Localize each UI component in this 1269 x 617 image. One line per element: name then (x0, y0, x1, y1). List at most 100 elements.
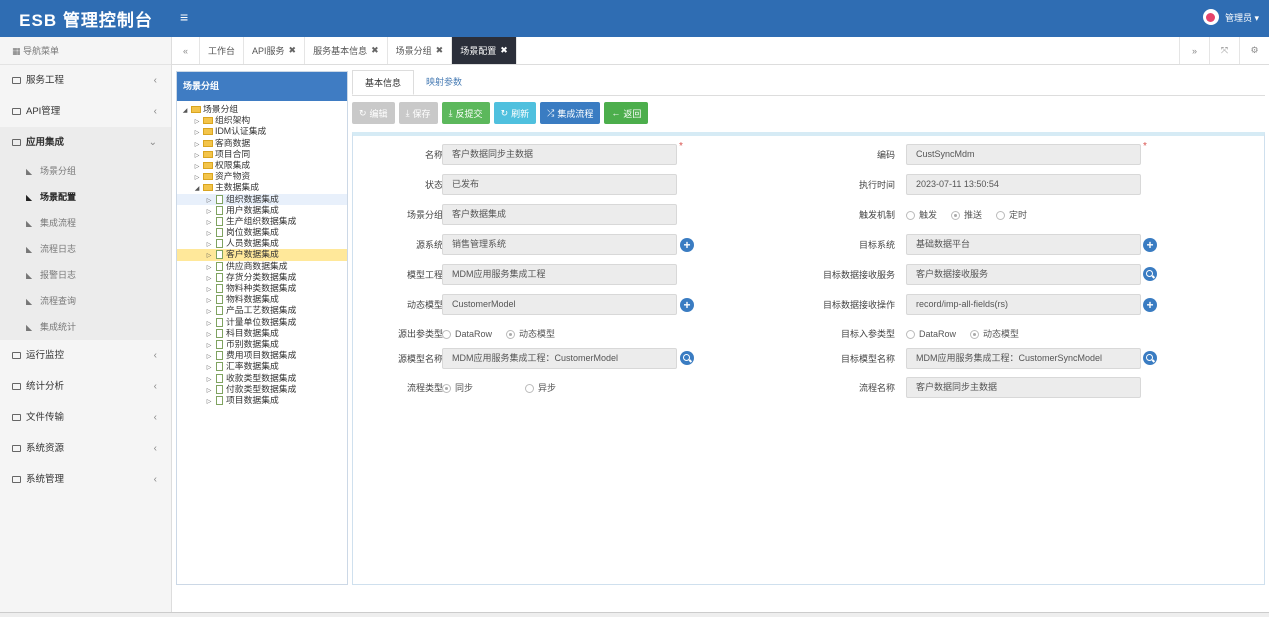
edit-button[interactable]: ↻ 编辑 (352, 102, 395, 124)
datarow-radio[interactable]: DataRow (442, 323, 492, 345)
tab-next-icon[interactable]: » (1179, 37, 1209, 64)
close-icon[interactable]: ✖ (289, 45, 297, 56)
tree-node[interactable]: ▷ 组织架构 (177, 115, 347, 126)
settings-icon[interactable]: ⚙ (1239, 37, 1269, 64)
push-radio[interactable]: 推送 (951, 204, 982, 226)
tree-node-master[interactable]: ◢ 主数据集成 (177, 182, 347, 193)
close-icon[interactable]: ✖ (436, 45, 444, 56)
sidebar-item-alarm-log[interactable]: ◣ 报警日志 (0, 262, 171, 288)
tree-leaf[interactable]: ▷ 付款类型数据集成 (177, 384, 347, 395)
dynamic-model-field[interactable]: CustomerModel (442, 294, 677, 315)
target-receive-op-field[interactable]: record/imp-all-fields(rs) (906, 294, 1141, 315)
add-icon[interactable]: + (1143, 298, 1157, 312)
tree-leaf[interactable]: ▷ 科目数据集成 (177, 328, 347, 339)
search-icon[interactable] (1143, 351, 1157, 365)
tree-leaf[interactable]: ▷ 计量单位数据集成 (177, 317, 347, 328)
tab-api-service[interactable]: API服务 ✖ (244, 37, 306, 64)
sync-radio[interactable]: 同步 (442, 377, 473, 399)
add-icon[interactable]: + (1143, 238, 1157, 252)
model-project-field[interactable]: MDM应用服务集成工程 (442, 264, 677, 285)
flow-name-field[interactable]: 客户数据同步主数据 (906, 377, 1141, 398)
dynamic-model-radio[interactable]: 动态模型 (970, 323, 1019, 345)
tree-node[interactable]: ▷ 权限集成 (177, 160, 347, 171)
add-icon[interactable]: + (680, 238, 694, 252)
search-icon[interactable] (680, 351, 694, 365)
source-system-field[interactable]: 销售管理系统 (442, 234, 677, 255)
tree-node-root[interactable]: ◢ 场景分组 (177, 104, 347, 115)
tree-leaf[interactable]: ▷ 用户数据集成 (177, 205, 347, 216)
sidebar-group-api[interactable]: API管理 ‹ (0, 96, 171, 127)
status-field[interactable]: 已发布 (442, 174, 677, 195)
tab-service-info[interactable]: 服务基本信息 ✖ (305, 37, 388, 64)
sidebar-group-analysis[interactable]: 统计分析 ‹ (0, 371, 171, 402)
code-field[interactable]: CustSyncMdm (906, 144, 1141, 165)
avatar (1202, 9, 1219, 25)
tree-leaf[interactable]: ▷ 存货分类数据集成 (177, 272, 347, 283)
timed-radio[interactable]: 定时 (996, 204, 1027, 226)
sidebar-item-scene-config[interactable]: ◣ 场景配置 (0, 184, 171, 210)
tree-leaf[interactable]: ▷ 币别数据集成 (177, 339, 347, 350)
datarow-radio[interactable]: DataRow (906, 323, 956, 345)
save-button[interactable]: ⤓ 保存 (398, 102, 438, 124)
tab-mapping-params[interactable]: 映射参数 (414, 70, 474, 95)
tree-node[interactable]: ▷ 资产物资 (177, 171, 347, 182)
tree-leaf[interactable]: ▷ 费用项目数据集成 (177, 350, 347, 361)
name-field[interactable]: 客户数据同步主数据 (442, 144, 677, 165)
tree-node[interactable]: ▷ IDM认证集成 (177, 126, 347, 137)
tab-scene-group[interactable]: 场景分组 ✖ (388, 37, 453, 64)
sidebar-item-flow[interactable]: ◣ 集成流程 (0, 210, 171, 236)
tree-leaf[interactable]: ▷ 收款类型数据集成 (177, 373, 347, 384)
close-icon[interactable]: ✖ (371, 45, 379, 56)
sidebar-item-flow-query[interactable]: ◣ 流程查询 (0, 288, 171, 314)
tab-prev-icon[interactable]: « (172, 37, 200, 64)
tree-node[interactable]: ▷ 项目合同 (177, 149, 347, 160)
sidebar-group-monitor[interactable]: 运行监控 ‹ (0, 340, 171, 371)
target-model-name-field[interactable]: MDM应用服务集成工程：CustomerSyncModel (906, 348, 1141, 369)
refresh-icon: ↻ (500, 107, 509, 118)
tree-leaf[interactable]: ▷ 物料数据集成 (177, 294, 347, 305)
target-model-name-label: 目标模型名称 (840, 354, 895, 364)
tab-workbench[interactable]: 工作台 (200, 37, 245, 64)
trigger-radio[interactable]: 触发 (906, 204, 937, 226)
sidebar-group-resource[interactable]: 系统资源 ‹ (0, 433, 171, 464)
tree-leaf[interactable]: ▷ 供应商数据集成 (177, 261, 347, 272)
exec-time-field[interactable]: 2023-07-11 13:50:54 (906, 174, 1141, 195)
integration-flow-button[interactable]: ⤮ 集成流程 (540, 102, 601, 124)
tab-basic-info[interactable]: 基本信息 (352, 70, 415, 95)
tree-leaf[interactable]: ▷ 人员数据集成 (177, 238, 347, 249)
sidebar-item-stats[interactable]: ◣ 集成统计 (0, 314, 171, 340)
tab-scene-config[interactable]: 场景配置 ✖ (452, 37, 517, 64)
async-radio[interactable]: 异步 (525, 377, 556, 399)
sidebar-item-flow-log[interactable]: ◣ 流程日志 (0, 236, 171, 262)
tree-node[interactable]: ▷ 客商数据 (177, 138, 347, 149)
target-receive-service-field[interactable]: 客户数据接收服务 (906, 264, 1141, 285)
menu-toggle-icon[interactable]: ≡ (180, 9, 188, 25)
flow-type-radio-group: 同步 异步 (442, 377, 570, 399)
tree-leaf[interactable]: ▷ 物料种类数据集成 (177, 283, 347, 294)
tree-leaf[interactable]: ▷ 组织数据集成 (177, 193, 347, 205)
back-button[interactable]: ← 返回 (604, 102, 649, 124)
tree-leaf[interactable]: ▷ 汇率数据集成 (177, 361, 347, 372)
shuffle-icon: ⤮ (547, 107, 555, 118)
scene-group-field[interactable]: 客户数据集成 (442, 204, 677, 225)
sidebar-item-scene-group[interactable]: ◣ 场景分组 (0, 158, 171, 184)
user-menu[interactable]: 管理员 ▾ (1202, 9, 1259, 25)
tree-leaf[interactable]: ▷ 产品工艺数据集成 (177, 305, 347, 316)
search-icon[interactable] (1143, 267, 1157, 281)
target-system-field[interactable]: 基础数据平台 (906, 234, 1141, 255)
sidebar-group-service[interactable]: 服务工程 ‹ (0, 65, 171, 96)
tree-leaf[interactable]: ▷ 项目数据集成 (177, 395, 347, 406)
refresh-button[interactable]: ↻ 刷新 (493, 102, 537, 124)
dynamic-model-radio[interactable]: 动态模型 (506, 323, 555, 345)
fullscreen-icon[interactable]: ⤧ (1209, 37, 1239, 64)
sidebar-group-system[interactable]: 系统管理 ‹ (0, 464, 171, 495)
add-icon[interactable]: + (680, 298, 694, 312)
close-icon[interactable]: ✖ (500, 45, 508, 56)
unsubmit-button[interactable]: ⤓ 反提交 (441, 102, 490, 124)
sidebar-group-integration[interactable]: 应用集成 ⌄ (0, 127, 171, 158)
tree-leaf[interactable]: ▷ 岗位数据集成 (177, 227, 347, 238)
tree-leaf-selected[interactable]: ▷ 客户数据集成 (177, 249, 347, 261)
sidebar-group-file[interactable]: 文件传输 ‹ (0, 402, 171, 433)
source-model-name-field[interactable]: MDM应用服务集成工程：CustomerModel (442, 348, 677, 369)
tree-leaf[interactable]: ▷ 生产组织数据集成 (177, 216, 347, 227)
